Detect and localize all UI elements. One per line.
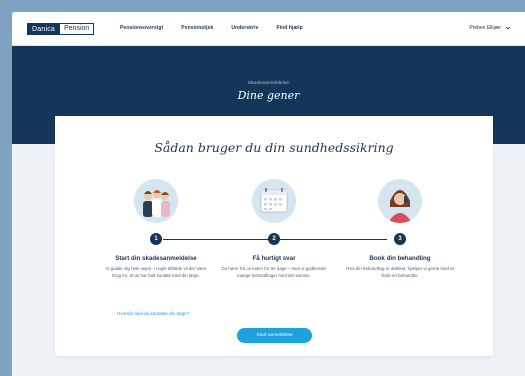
phone-call-illustration [378,179,422,223]
start-report-button[interactable]: Start anmeldelse [237,328,312,343]
step-number-3: 3 [394,233,406,245]
step-number-1: 1 [150,233,162,245]
step-column-2: Få hurtigt svar Du hører fra os inden fo… [219,255,329,279]
card-title: Sådan bruger du din sundhedssikring [154,140,394,155]
hero-subtitle: Skadesanmeldelse [247,80,290,85]
contact-doctor-link[interactable]: Hvornår skal du kontakte din læge? [117,311,189,316]
logo-part-a: Danica [27,23,59,35]
step-column-1: Start din skadesanmeldelse Vi guider dig… [101,255,211,279]
user-name: Preben Elkjær [469,25,501,31]
people-illustration [134,179,178,223]
step-description: Hvis din behandling er dækket, hjælper v… [346,266,454,278]
nav-item-underskriv[interactable]: Underskriv [231,25,258,31]
step-title: Start din skadesanmeldelse [115,255,197,262]
nav-item-pensionstjek[interactable]: Pensionstjek [181,25,213,31]
step-number-2: 2 [268,233,280,245]
nav-menu: Pensionsoversigt Pensionstjek Underskriv… [120,25,321,31]
step-description: Du hører fra os inden for tre dage – men… [221,266,327,278]
user-menu[interactable]: Preben Elkjær [469,25,511,31]
logo-part-b: Pension [59,23,95,35]
chevron-down-icon [505,26,511,30]
nav-item-find-hjaelp[interactable]: Find hjælp [276,25,302,31]
info-card: Sådan bruger du din sundhedssikring 1 2 … [55,116,493,356]
danica-pension-logo[interactable]: Danica Pension [27,23,95,35]
nav-item-pensionsoversigt[interactable]: Pensionsoversigt [120,25,163,31]
browser-viewport: Danica Pension Pensionsoversigt Pensions… [12,12,525,376]
hero-title: Dine gener [237,89,300,102]
top-navigation: Danica Pension Pensionsoversigt Pensions… [12,12,525,46]
step-column-3: Book din behandling Hvis din behandling … [345,255,455,279]
step-title: Få hurtigt svar [252,255,296,262]
calendar-illustration [252,179,296,223]
step-description: Vi guider dig hele vejen. I nogle tilfæl… [105,266,207,278]
step-title: Book din behandling [369,255,431,262]
